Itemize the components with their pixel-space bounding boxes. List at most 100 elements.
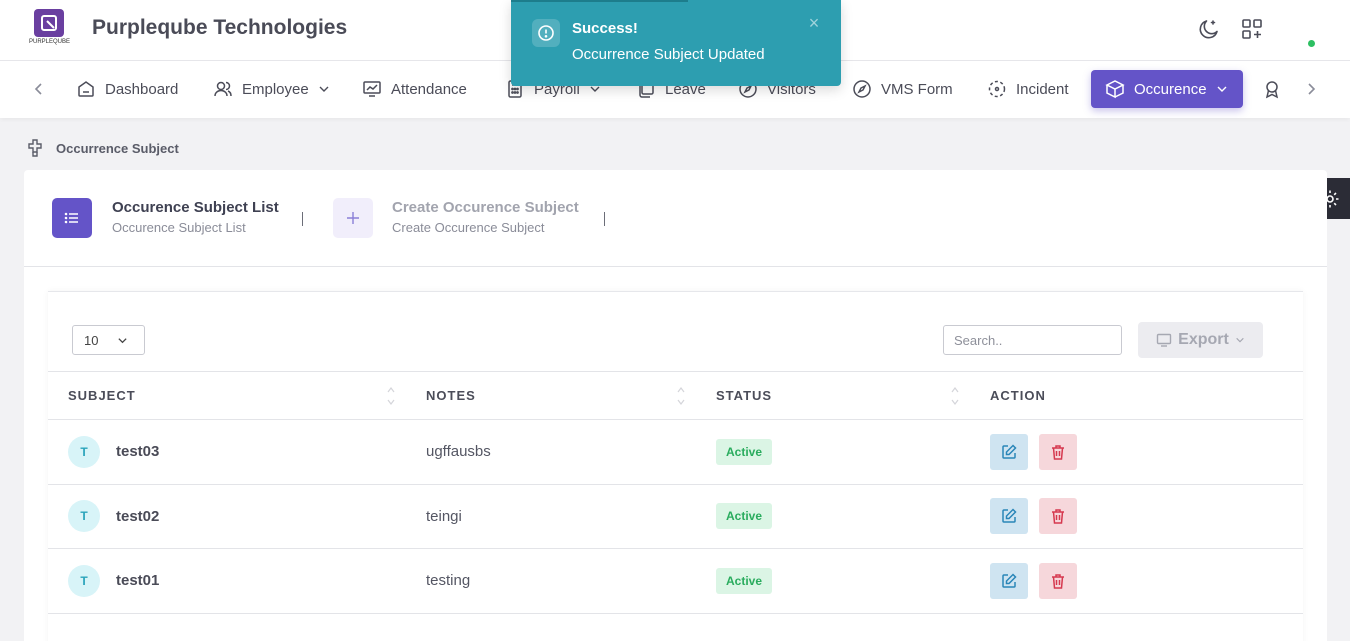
notes-cell: teingi (426, 507, 462, 525)
avatar: T (68, 435, 100, 468)
nav-label: Dashboard (105, 80, 179, 98)
notes-cell: ugffausbs (426, 443, 491, 461)
chevron-down-icon (1236, 337, 1244, 343)
column-label: ACTION (990, 388, 1046, 403)
users-icon (214, 81, 232, 97)
box-icon (1105, 80, 1125, 99)
toast-message: Occurrence Subject Updated (572, 46, 765, 63)
focus-icon (988, 80, 1006, 98)
toast-progress-bar (511, 0, 688, 2)
tab-separator (302, 212, 303, 226)
status-badge: Active (716, 438, 773, 465)
toast-close-button[interactable]: × (805, 14, 823, 32)
chevron-down-icon (1217, 86, 1227, 92)
nav-scroll-left-button[interactable] (29, 79, 49, 99)
status-badge: Active (716, 567, 773, 594)
page-length-select[interactable]: 10 (72, 325, 145, 355)
info-circle-icon (532, 19, 560, 47)
award-icon (1265, 81, 1279, 99)
edit-icon (1002, 573, 1017, 588)
search-input[interactable] (943, 325, 1122, 355)
nav-item-dashboard[interactable]: Dashboard (66, 70, 188, 108)
edit-button[interactable] (990, 498, 1028, 535)
subject-name: test03 (116, 443, 160, 461)
table-row: Ttest01 testing Active (48, 549, 1303, 613)
logo-text: PURPLEQUBE (29, 39, 71, 45)
dark-mode-moon-icon[interactable] (1197, 17, 1221, 41)
list-icon (64, 212, 78, 224)
delete-button[interactable] (1039, 562, 1077, 599)
column-header-notes[interactable]: NOTES (406, 372, 696, 420)
nav-item-awards[interactable] (1262, 79, 1282, 99)
tab-bar: Occurence Subject List Occurence Subject… (24, 170, 1327, 267)
column-header-subject[interactable]: SUBJECT (48, 372, 406, 420)
nav-label: Attendance (391, 80, 467, 98)
nav-item-incident[interactable]: Incident (977, 70, 1079, 108)
compass-icon (853, 80, 871, 98)
tab-list-title[interactable]: Occurence Subject List (112, 199, 279, 216)
nav-item-occurence[interactable]: Occurence (1091, 70, 1243, 108)
home-icon (78, 81, 94, 97)
edit-icon (1002, 444, 1017, 459)
tab-create-title[interactable]: Create Occurence Subject (392, 199, 579, 216)
nav-item-vms-form[interactable]: VMS Form (842, 70, 963, 108)
occurrence-subject-table: SUBJECT NOTES STATUS ACTION T test03 ugf… (48, 371, 1303, 614)
logo-mark (34, 9, 64, 37)
delete-button[interactable] (1039, 498, 1077, 535)
export-button[interactable]: Export (1138, 322, 1263, 358)
edit-button[interactable] (990, 562, 1028, 599)
company-name: Purpleqube Technologies (92, 16, 348, 39)
chevron-down-icon (319, 86, 329, 92)
table-row: Ttest03 ugffausbs Active (48, 420, 1303, 484)
page-length-value: 10 (84, 332, 99, 348)
table-row: Ttest02 teingi Active (48, 484, 1303, 549)
trash-icon (1052, 445, 1064, 460)
monitor-chart-icon (363, 81, 381, 97)
trash-icon (1052, 574, 1064, 589)
nav-label: Occurence (1134, 80, 1207, 98)
trash-icon (1052, 509, 1064, 524)
monitor-icon (1156, 333, 1172, 347)
nav-scroll-right-button[interactable] (1301, 79, 1321, 99)
plus-icon (347, 212, 359, 224)
apps-grid-icon[interactable] (1240, 17, 1264, 41)
edit-button[interactable] (990, 433, 1028, 470)
column-label: NOTES (426, 388, 476, 403)
success-toast: Success! Occurrence Subject Updated × (511, 0, 841, 86)
sort-icon (387, 387, 395, 405)
breadcrumb-label: Occurrence Subject (56, 140, 179, 156)
table-panel: 10 Export SUBJECT NOTES (48, 291, 1303, 641)
nav-label: VMS Form (881, 80, 953, 98)
status-badge: Active (716, 503, 773, 530)
subject-name: test02 (116, 507, 160, 525)
tab-create[interactable] (333, 198, 373, 238)
chevron-down-icon (118, 337, 127, 343)
company-logo[interactable]: PURPLEQUBE (29, 9, 71, 49)
column-label: STATUS (716, 388, 773, 403)
sort-icon (677, 387, 685, 405)
nav-label: Incident (1016, 80, 1069, 98)
nav-item-attendance[interactable]: Attendance (352, 70, 477, 108)
online-status-dot (1308, 40, 1315, 47)
column-header-status[interactable]: STATUS (696, 372, 970, 420)
sort-icon (951, 387, 959, 405)
avatar: T (68, 564, 100, 597)
puzzle-icon (28, 139, 42, 157)
edit-icon (1002, 508, 1017, 523)
notes-cell: testing (426, 572, 471, 590)
occurrence-subject-card: Occurence Subject List Occurence Subject… (24, 170, 1327, 641)
tab-create-subtitle: Create Occurence Subject (392, 220, 545, 235)
column-header-action: ACTION (970, 372, 1303, 420)
nav-item-employee[interactable]: Employee (203, 70, 340, 108)
tab-list[interactable] (52, 198, 92, 238)
tab-list-subtitle: Occurence Subject List (112, 220, 246, 235)
export-label: Export (1178, 331, 1229, 348)
nav-label: Employee (242, 80, 309, 98)
column-label: SUBJECT (68, 388, 136, 403)
breadcrumb: Occurrence Subject (25, 138, 179, 158)
toast-title: Success! (572, 20, 638, 37)
tab-separator (604, 212, 605, 226)
table-header-row: SUBJECT NOTES STATUS ACTION (48, 371, 1303, 420)
delete-button[interactable] (1039, 433, 1077, 470)
avatar: T (68, 500, 100, 533)
